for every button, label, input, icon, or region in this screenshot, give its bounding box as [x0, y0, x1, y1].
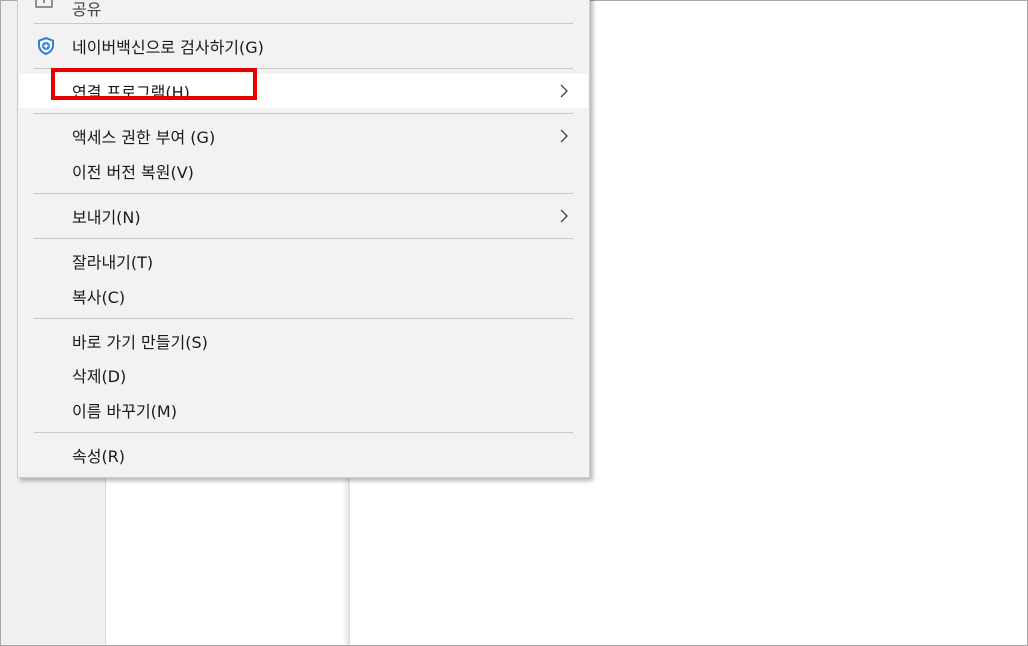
menu-item-delete[interactable]: 삭제(D): [19, 358, 588, 392]
menu-item-cut[interactable]: 잘라내기(T): [19, 244, 588, 278]
menu-separator: [34, 193, 573, 194]
menu-item-label: 네이버백신으로 검사하기(G): [72, 38, 264, 57]
menu-item-give-access[interactable]: 액세스 권한 부여 (G): [19, 119, 588, 153]
menu-item-label: 공유: [72, 0, 102, 19]
menu-separator: [34, 432, 573, 433]
submenu-chevron-right-icon: [560, 209, 568, 223]
menu-item-label: 속성(R): [72, 447, 126, 466]
menu-separator: [34, 113, 573, 114]
naver-vaccine-shield-icon: [38, 37, 54, 55]
menu-item-label: 삭제(D): [72, 367, 127, 386]
submenu-chevron-right-icon: [560, 129, 568, 143]
menu-item-restore-previous-versions[interactable]: 이전 버전 복원(V): [19, 154, 588, 188]
menu-separator: [34, 23, 573, 24]
share-icon: [35, 0, 53, 8]
menu-item-send-to[interactable]: 보내기(N): [19, 199, 588, 233]
menu-item-properties[interactable]: 속성(R): [19, 438, 588, 472]
menu-item-copy[interactable]: 복사(C): [19, 279, 588, 313]
menu-item-naver-vaccine-scan[interactable]: 네이버백신으로 검사하기(G): [19, 29, 588, 63]
menu-item-rename[interactable]: 이름 바꾸기(M): [19, 393, 588, 427]
context-menu: 공유 네이버백신으로 검사하기(G) 연결 프로그램(H) 액세스 권한 부여 …: [17, 0, 590, 478]
menu-item-label: 보내기(N): [72, 208, 141, 227]
menu-item-label: 액세스 권한 부여 (G): [72, 128, 216, 147]
menu-item-create-shortcut[interactable]: 바로 가기 만들기(S): [19, 324, 588, 358]
submenu-chevron-right-icon: [560, 84, 568, 98]
menu-item-label: 이름 바꾸기(M): [72, 402, 177, 421]
menu-separator: [34, 238, 573, 239]
menu-separator: [34, 318, 573, 319]
menu-item-label: 복사(C): [72, 288, 126, 307]
menu-item-label: 바로 가기 만들기(S): [72, 333, 208, 352]
menu-item-share[interactable]: 공유: [19, 0, 588, 19]
open-with-highlight-box: [51, 68, 257, 100]
menu-item-label: 이전 버전 복원(V): [72, 163, 194, 182]
menu-item-label: 잘라내기(T): [72, 253, 154, 272]
